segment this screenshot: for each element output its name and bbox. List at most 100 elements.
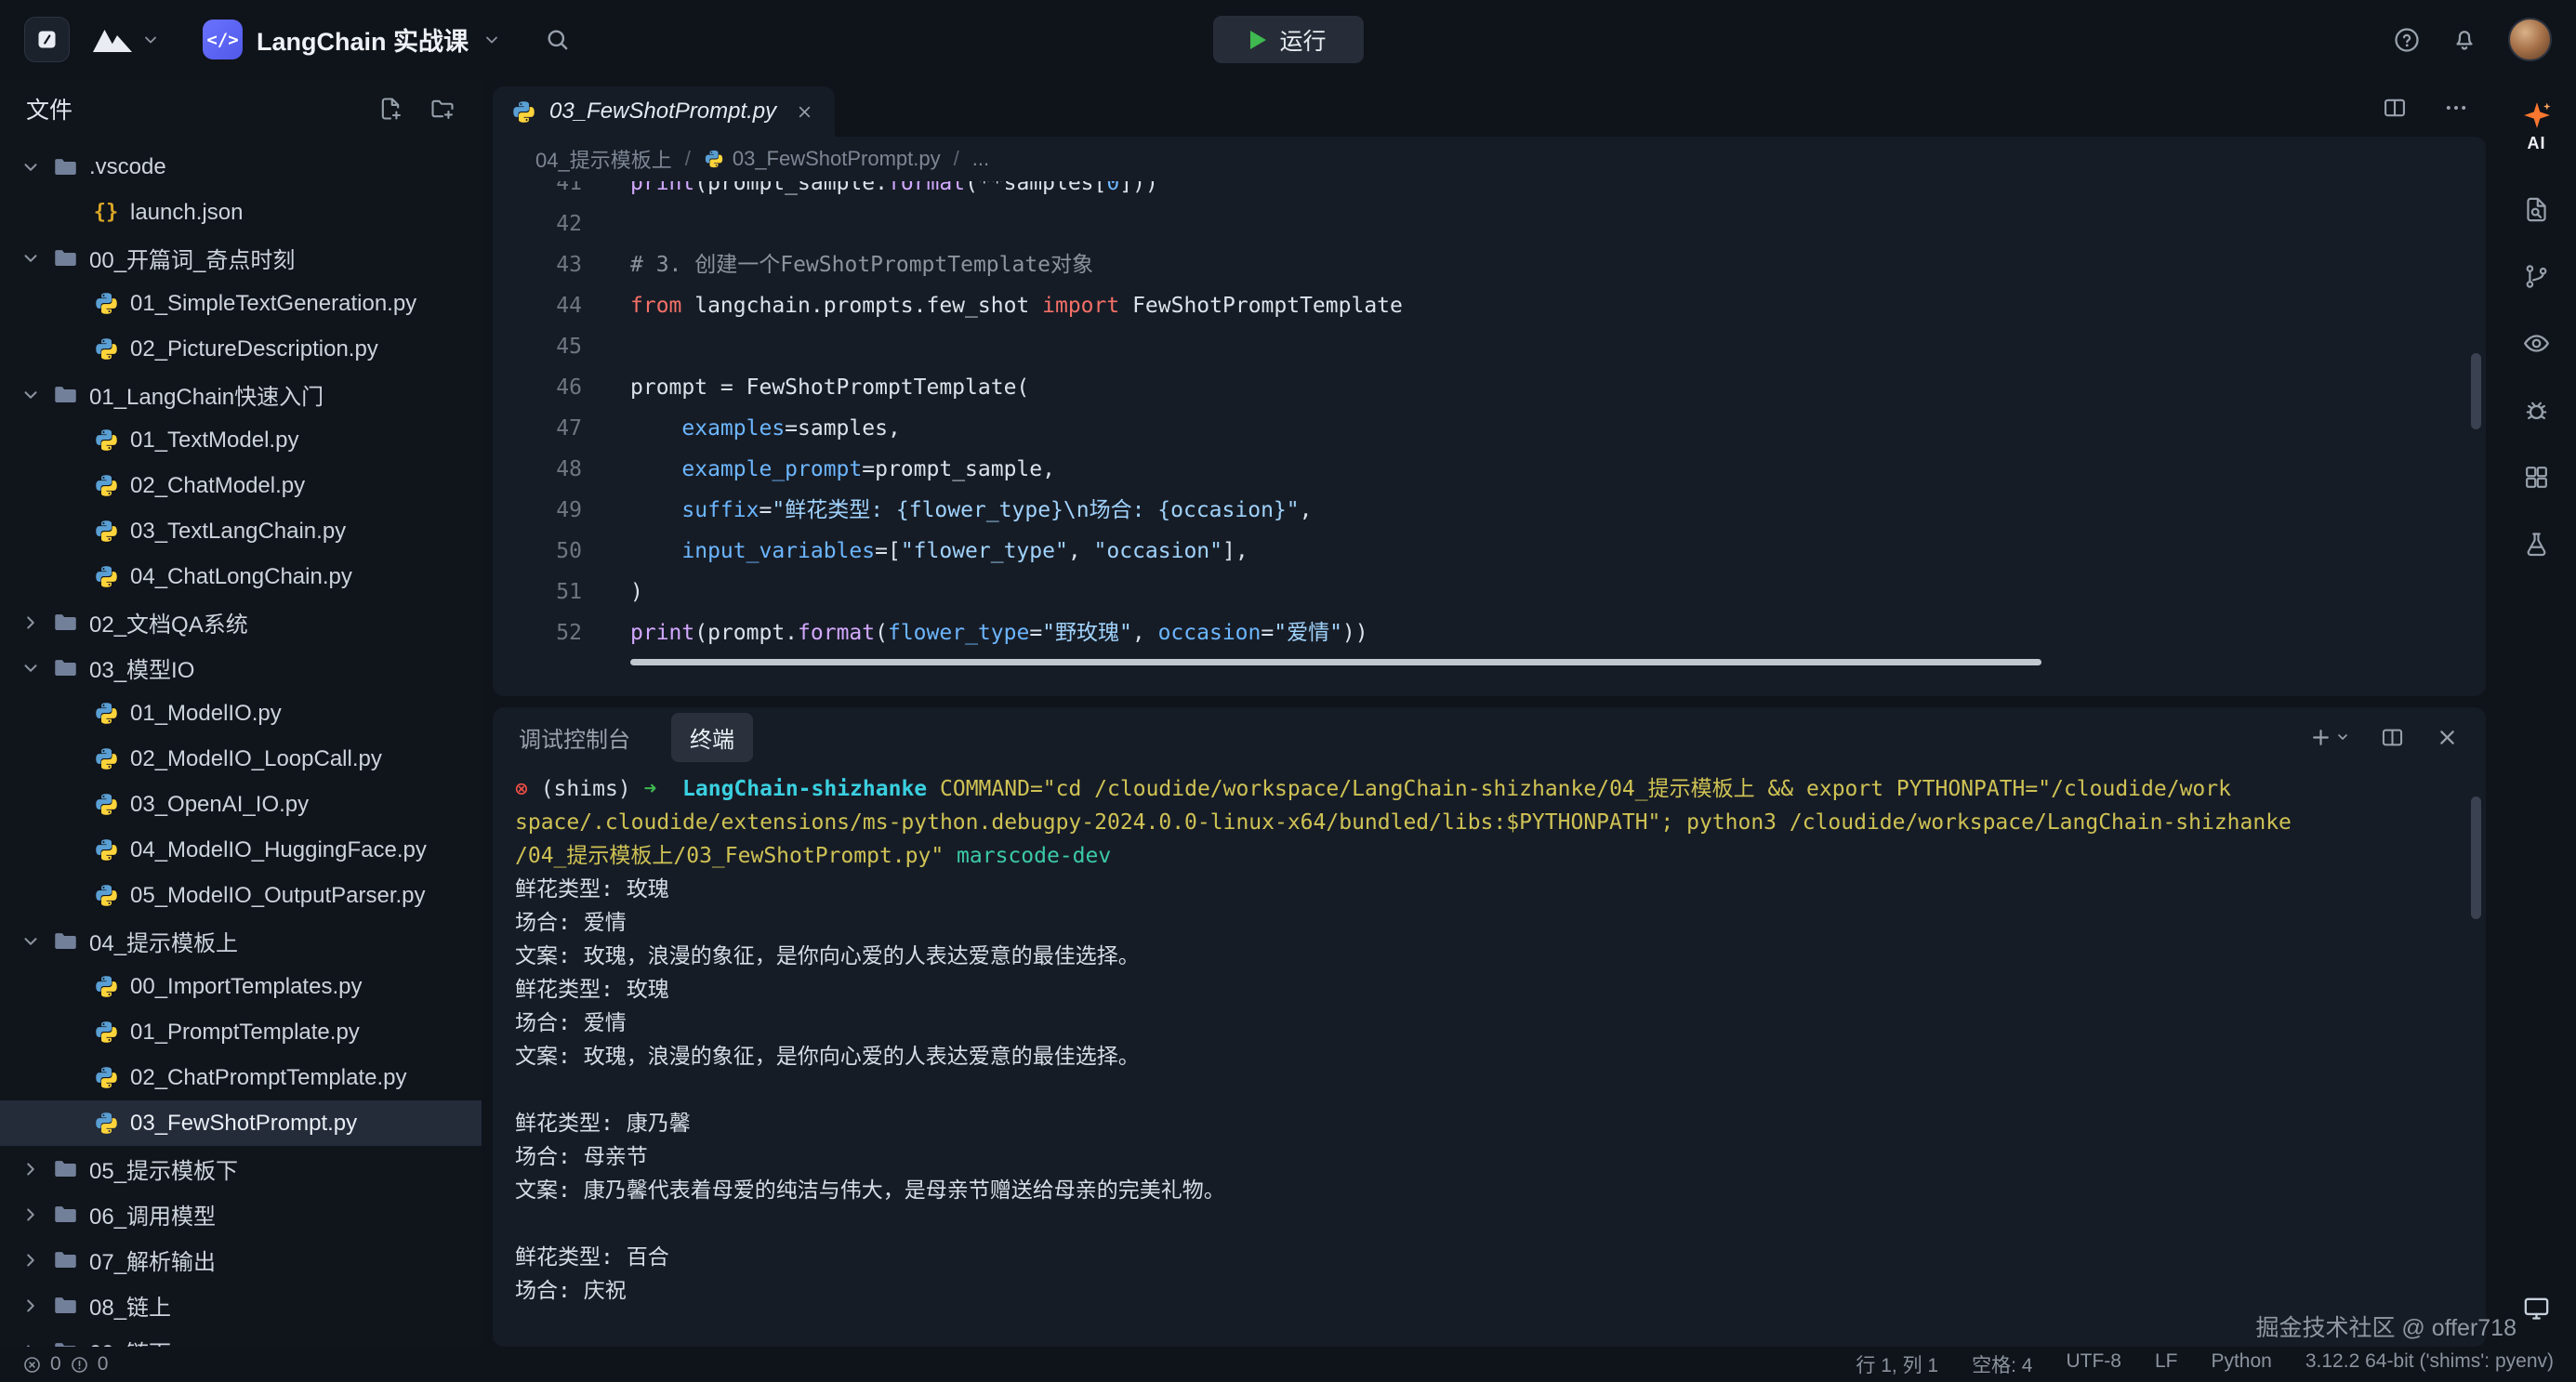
tree-file[interactable]: 02_ChatPromptTemplate.py <box>0 1055 482 1100</box>
activity-source-control[interactable] <box>2511 250 2563 302</box>
terminal-output[interactable]: ⊗ (shims) ➜ LangChain-shizhanke COMMAND=… <box>493 767 2486 1347</box>
activity-debug[interactable] <box>2511 384 2563 436</box>
code-text: ) <box>630 572 643 612</box>
status-item[interactable]: 行 1, 列 1 <box>1856 1350 1938 1378</box>
tree-file[interactable]: 02_ModelIO_LoopCall.py <box>0 736 482 782</box>
tree-file[interactable]: 03_OpenAI_IO.py <box>0 782 482 827</box>
line-number: 52 <box>493 612 582 653</box>
code-line-44[interactable]: 44from langchain.prompts.few_shot import… <box>493 285 2486 326</box>
project-name: LangChain 实战课 <box>257 21 469 58</box>
tree-file[interactable]: 04_ModelIO_HuggingFace.py <box>0 827 482 873</box>
tree-folder[interactable]: 00_开篇词_奇点时刻 <box>0 235 482 281</box>
activity-file-search[interactable] <box>2511 183 2563 235</box>
folder-icon <box>50 928 80 954</box>
tree-folder[interactable]: 07_解析输出 <box>0 1237 482 1283</box>
chevron-right-icon <box>20 1204 41 1225</box>
tree-item-label: 03_FewShotPrompt.py <box>130 1111 357 1137</box>
tree-file[interactable]: 03_TextLangChain.py <box>0 508 482 554</box>
activity-extensions[interactable] <box>2511 451 2563 503</box>
code-line-50[interactable]: 50 input_variables=["flower_type", "occa… <box>493 531 2486 572</box>
code-line-41[interactable]: 41print(prompt_sample.format(**samples[0… <box>493 181 2486 204</box>
new-file-icon[interactable] <box>377 96 403 122</box>
tree-file[interactable]: 01_TextModel.py <box>0 417 482 463</box>
tree-file[interactable]: 02_ChatModel.py <box>0 463 482 508</box>
activity-testing[interactable] <box>2511 518 2563 570</box>
status-item[interactable]: Python <box>2211 1350 2271 1378</box>
notifications-bell-icon[interactable] <box>2451 26 2478 54</box>
chevron-down-icon <box>20 658 41 678</box>
status-item[interactable]: 空格: 4 <box>1972 1350 2032 1378</box>
activity-preview[interactable] <box>2511 317 2563 369</box>
python-icon <box>91 701 121 726</box>
more-actions-icon[interactable] <box>2443 95 2469 121</box>
tree-file[interactable]: 01_SimpleTextGeneration.py <box>0 281 482 326</box>
status-bar: 0 0 行 1, 列 1 空格: 4 UTF-8 LF Python 3.12.2 64-… <box>0 1347 2576 1382</box>
editor-tab[interactable]: 03_FewShotPrompt.py <box>493 86 835 137</box>
code-line-52[interactable]: 52print(prompt.format(flower_type="野玫瑰",… <box>493 612 2486 653</box>
split-terminal-icon[interactable] <box>2380 725 2405 750</box>
terminal-line: 文案: 玫瑰，浪漫的象征，是你向心爱的人表达爱意的最佳选择。 <box>515 1040 2458 1073</box>
tree-folder[interactable]: 06_调用模型 <box>0 1191 482 1237</box>
new-folder-icon[interactable] <box>429 96 456 122</box>
status-item[interactable]: LF <box>2155 1350 2178 1378</box>
tree-item-label: 02_文档QA系统 <box>89 606 248 638</box>
code-editor[interactable]: 41print(prompt_sample.format(**samples[0… <box>493 181 2486 696</box>
tree-file[interactable]: 05_ModelIO_OutputParser.py <box>0 873 482 918</box>
app-logo[interactable] <box>24 17 70 62</box>
tree-folder[interactable]: 02_文档QA系统 <box>0 599 482 645</box>
activity-remote-window[interactable] <box>2511 1282 2563 1334</box>
activity-ai-assistant[interactable]: AI <box>2511 90 2563 163</box>
terminal-tab[interactable]: 终端 <box>671 713 753 762</box>
line-number: 43 <box>493 244 582 285</box>
tree-folder[interactable]: .vscode <box>0 144 482 190</box>
tree-file[interactable]: 00_ImportTemplates.py <box>0 964 482 1009</box>
user-avatar[interactable] <box>2508 18 2552 61</box>
run-button[interactable]: 运行 <box>1212 16 1363 63</box>
code-line-45[interactable]: 45 <box>493 326 2486 367</box>
breadcrumb-item[interactable]: 03_FewShotPrompt.py <box>704 147 941 171</box>
workspace-switcher[interactable] <box>92 26 160 54</box>
breadcrumb-label: 04_提示模板上 <box>535 144 672 174</box>
close-panel-icon[interactable] <box>2435 725 2460 750</box>
tab-close-icon[interactable] <box>795 102 814 122</box>
help-icon[interactable] <box>2393 26 2421 54</box>
status-item[interactable]: 3.12.2 64-bit ('shims': pyenv) <box>2305 1350 2554 1378</box>
tree-file[interactable]: 01_ModelIO.py <box>0 691 482 736</box>
terminal-tab[interactable]: 调试控制台 <box>519 721 630 754</box>
new-terminal-icon[interactable] <box>2308 725 2350 750</box>
tree-folder[interactable]: 03_模型IO <box>0 645 482 691</box>
code-line-43[interactable]: 43# 3. 创建一个FewShotPromptTemplate对象 <box>493 244 2486 285</box>
tree-file[interactable]: 01_PromptTemplate.py <box>0 1009 482 1055</box>
tree-file[interactable]: 03_FewShotPrompt.py <box>0 1100 482 1146</box>
tree-folder[interactable]: 05_提示模板下 <box>0 1146 482 1191</box>
code-line-42[interactable]: 42 <box>493 204 2486 244</box>
code-line-46[interactable]: 46prompt = FewShotPromptTemplate( <box>493 367 2486 408</box>
python-icon <box>91 1111 121 1136</box>
editor-horizontal-scrollbar[interactable] <box>630 659 2041 665</box>
code-line-47[interactable]: 47 examples=samples, <box>493 408 2486 449</box>
breadcrumb-item[interactable]: ... <box>972 147 989 171</box>
search-icon[interactable] <box>544 26 571 53</box>
tree-file[interactable]: 04_ChatLongChain.py <box>0 554 482 599</box>
tree-folder[interactable]: 08_链上 <box>0 1283 482 1328</box>
status-item[interactable]: UTF-8 <box>2066 1350 2121 1378</box>
code-line-48[interactable]: 48 example_prompt=prompt_sample, <box>493 449 2486 490</box>
tree-file[interactable]: 02_PictureDescription.py <box>0 326 482 372</box>
code-line-51[interactable]: 51) <box>493 572 2486 612</box>
terminal-line: 文案: 康乃馨代表着母爱的纯洁与伟大，是母亲节赠送给母亲的完美礼物。 <box>515 1174 2458 1207</box>
project-switcher[interactable]: </> LangChain 实战课 <box>203 20 501 59</box>
tree-item-label: 03_模型IO <box>89 652 194 684</box>
breadcrumb: 04_提示模板上/03_FewShotPrompt.py/... <box>493 137 2486 181</box>
problems-indicator[interactable]: 0 0 <box>22 1353 108 1375</box>
split-editor-icon[interactable] <box>2382 95 2408 121</box>
tree-folder[interactable]: 01_LangChain快速入门 <box>0 372 482 417</box>
tree-folder[interactable]: 09_链下 <box>0 1328 482 1347</box>
editor-vertical-scrollbar[interactable] <box>2471 353 2481 429</box>
tree-file[interactable]: {}launch.json <box>0 190 482 235</box>
code-line-49[interactable]: 49 suffix="鲜花类型: {flower_type}\n场合: {occ… <box>493 490 2486 531</box>
tree-folder[interactable]: 04_提示模板上 <box>0 918 482 964</box>
terminal-scrollbar[interactable] <box>2471 796 2481 919</box>
terminal-header: 调试控制台 终端 <box>493 707 2486 767</box>
folder-icon <box>50 610 80 635</box>
breadcrumb-item[interactable]: 04_提示模板上 <box>535 144 672 174</box>
